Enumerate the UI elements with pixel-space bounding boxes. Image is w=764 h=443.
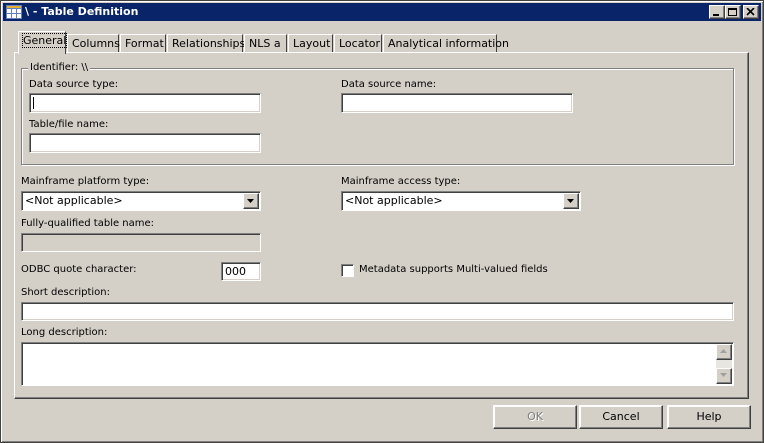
odbc-quote-character-label: ODBC quote character:	[21, 264, 137, 275]
multivalued-fields-label[interactable]: Metadata supports Multi-valued fields	[359, 264, 548, 275]
scroll-down-button[interactable]	[716, 368, 732, 384]
tab-nls[interactable]: NLS a	[244, 34, 287, 53]
long-description-label: Long description:	[21, 327, 108, 338]
mainframe-access-type-label: Mainframe access type:	[341, 176, 461, 187]
text-caret	[33, 97, 34, 109]
identifier-group-title: Identifier: \\	[28, 62, 91, 73]
close-icon	[746, 8, 755, 16]
tab-layout[interactable]: Layout	[288, 34, 333, 53]
mainframe-platform-type-label: Mainframe platform type:	[21, 176, 150, 187]
title-bar[interactable]: \ - Table Definition	[3, 3, 761, 21]
tab-general[interactable]: General	[18, 31, 68, 54]
dropdown-arrow-button[interactable]	[563, 193, 579, 209]
maximize-icon	[728, 8, 737, 16]
dropdown-arrow-button[interactable]	[243, 193, 259, 209]
scroll-up-button[interactable]	[716, 344, 732, 360]
close-button[interactable]	[743, 5, 759, 19]
table-file-name-label: Table/file name:	[29, 119, 109, 130]
arrow-down-icon	[720, 373, 727, 377]
arrow-up-icon	[720, 349, 727, 353]
short-description-label: Short description:	[21, 287, 110, 298]
tab-relationships[interactable]: Relationships	[167, 34, 245, 53]
cancel-button[interactable]: Cancel	[579, 405, 663, 429]
tab-format[interactable]: Format	[120, 34, 166, 53]
tab-analytical-information[interactable]: Analytical information	[383, 34, 509, 53]
help-button[interactable]: Help	[667, 405, 751, 429]
chevron-down-icon	[247, 199, 254, 203]
ok-button[interactable]: OK	[493, 405, 577, 429]
chevron-down-icon	[567, 199, 574, 203]
odbc-quote-character-field[interactable]: 000	[221, 262, 261, 281]
table-file-name-field[interactable]	[29, 133, 261, 153]
long-description-field[interactable]	[21, 342, 734, 386]
tab-columns[interactable]: Columns	[67, 34, 120, 53]
data-source-type-field[interactable]	[29, 93, 261, 113]
minimize-button[interactable]	[709, 5, 725, 19]
data-source-name-field[interactable]	[341, 93, 573, 113]
multivalued-fields-checkbox[interactable]	[341, 264, 354, 277]
table-definition-icon	[6, 5, 22, 19]
vertical-scrollbar[interactable]	[716, 344, 732, 384]
data-source-name-label: Data source name:	[341, 79, 437, 90]
window-title: \ - Table Definition	[25, 5, 139, 18]
minimize-icon	[713, 14, 719, 16]
tab-locator[interactable]: Locator	[334, 34, 382, 53]
mainframe-access-type-select[interactable]: <Not applicable>	[341, 191, 581, 211]
table-definition-window: \ - Table Definition General Columns For…	[0, 0, 764, 443]
fully-qualified-table-name-field	[21, 233, 261, 252]
mainframe-platform-type-select[interactable]: <Not applicable>	[21, 191, 261, 211]
data-source-type-label: Data source type:	[29, 79, 119, 90]
short-description-field[interactable]	[21, 302, 734, 321]
fully-qualified-table-name-label: Fully-qualified table name:	[21, 218, 155, 229]
maximize-button[interactable]	[725, 5, 741, 19]
